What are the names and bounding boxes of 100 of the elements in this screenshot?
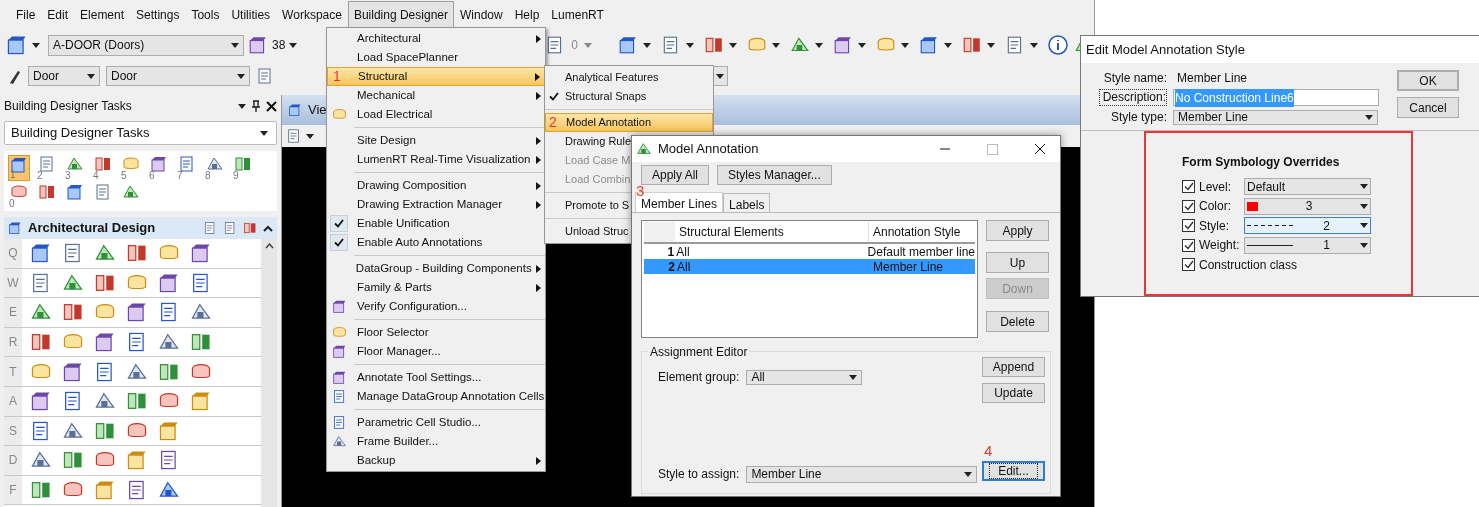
override-combo[interactable]: 2 <box>1244 217 1371 235</box>
table-row[interactable]: 1 All Default member line <box>644 244 975 259</box>
tool-button[interactable]: 4 <box>92 155 114 181</box>
tool-icon[interactable] <box>158 419 180 442</box>
checkbox[interactable] <box>1182 219 1195 233</box>
dialog-button[interactable]: Styles Manager... <box>717 165 832 185</box>
info-icon[interactable] <box>1048 35 1068 55</box>
menu-entry[interactable]: Frame Builder... <box>327 432 545 451</box>
view-options-icon[interactable] <box>286 128 302 144</box>
column-header[interactable]: Annotation Style <box>869 222 975 242</box>
checkbox[interactable] <box>1182 180 1195 194</box>
dialog-button[interactable]: Apply All <box>641 165 710 185</box>
menu-item[interactable]: Help <box>508 1 546 29</box>
tool-button[interactable]: 6 <box>148 155 170 181</box>
menu-entry[interactable]: LumenRT Real-Time Visualization <box>327 150 545 169</box>
checkbox[interactable] <box>1182 199 1195 213</box>
menu-entry[interactable]: Enable Auto Annotations <box>327 233 545 252</box>
menu-entry[interactable]: Family & Parts <box>327 278 545 297</box>
tool-button[interactable]: 9 <box>232 155 254 181</box>
tool-icon[interactable] <box>126 449 148 472</box>
table-row[interactable]: 2 All Member Line <box>644 259 975 274</box>
style-type-combo[interactable]: Member Line <box>1173 109 1378 125</box>
menu-entry[interactable]: Load Electrical <box>327 105 545 124</box>
column-header[interactable]: Structural Elements <box>675 222 869 242</box>
menu-entry[interactable]: Architectural <box>327 29 545 48</box>
menu-entry[interactable]: Backup <box>327 451 545 470</box>
tool-button[interactable]: 5 <box>120 155 142 181</box>
tool-button[interactable]: 0 <box>8 183 30 209</box>
scroll-up-icon[interactable] <box>264 243 274 249</box>
toolbar-icon[interactable] <box>704 35 724 55</box>
override-combo[interactable]: Default <box>1244 178 1371 196</box>
tool-icon[interactable] <box>158 271 180 294</box>
tool-icon[interactable] <box>30 242 52 265</box>
menu-entry[interactable]: DataGroup - Building Components <box>327 259 545 278</box>
tool-button[interactable]: 8 <box>204 155 226 181</box>
toolbar-icon[interactable] <box>618 35 638 55</box>
tab[interactable]: Labels <box>723 193 771 212</box>
style-combo[interactable]: Member Line <box>746 465 978 483</box>
tool-icon[interactable] <box>30 390 52 413</box>
collapse-icon[interactable] <box>263 224 273 232</box>
menu-entry[interactable]: Annotate Tool Settings... <box>327 368 545 387</box>
tool-button[interactable]: 3 <box>64 155 86 181</box>
dialog-button[interactable]: Append <box>982 357 1045 377</box>
tool-button[interactable]: 7 <box>176 155 198 181</box>
menu-entry[interactable]: Analytical Features <box>545 68 713 87</box>
override-combo[interactable]: 1 <box>1244 236 1371 254</box>
checkbox[interactable] <box>1182 238 1195 252</box>
menu-entry[interactable]: Structural Snaps <box>545 87 713 106</box>
level-combo[interactable]: A-DOOR (Doors) <box>48 34 244 56</box>
menu-item[interactable]: LumenRT <box>545 1 610 29</box>
menu-entry[interactable]: Floor Manager... <box>327 342 545 361</box>
menu-entry[interactable]: Load SpacePlanner <box>327 48 545 67</box>
part-combo[interactable]: Door <box>106 66 250 86</box>
close-icon[interactable] <box>266 100 277 112</box>
menu-entry[interactable]: Drawing Extraction Manager <box>327 195 545 214</box>
menu-entry[interactable]: Floor Selector <box>327 323 545 342</box>
edit-button[interactable]: Edit... <box>982 461 1045 481</box>
menu-item[interactable]: Window <box>454 1 509 29</box>
dialog-button[interactable]: Cancel <box>1397 97 1459 118</box>
tool-icon[interactable] <box>122 183 140 201</box>
menu-entry[interactable]: Enable Unification <box>327 214 545 233</box>
menu-entry[interactable]: Site Design <box>327 131 545 150</box>
toolbar-icon[interactable] <box>833 35 853 55</box>
task-set-dropdown[interactable]: Building Designer Tasks <box>4 121 277 145</box>
menu-item[interactable]: Utilities <box>225 1 277 29</box>
menu-item[interactable]: Workspace <box>276 1 348 29</box>
section-header[interactable]: Architectural Design <box>4 217 277 239</box>
element-group-combo[interactable]: All <box>746 369 863 385</box>
checkbox[interactable] <box>1182 258 1195 272</box>
menu-entry[interactable]: Verify Configuration... <box>327 297 545 316</box>
menu-entry[interactable]: Manage DataGroup Annotation Cells <box>327 387 545 406</box>
menu-entry[interactable]: Drawing Composition <box>327 176 545 195</box>
menu-item[interactable]: Tools <box>185 1 226 29</box>
tool-icon[interactable] <box>66 183 84 201</box>
pin-icon[interactable] <box>252 100 260 112</box>
toolbar-icon[interactable] <box>962 35 982 55</box>
dialog-button[interactable]: Up <box>986 252 1049 273</box>
menu-item[interactable]: Element <box>74 1 131 29</box>
menu-entry[interactable]: Parametric Cell Studio... <box>327 413 545 432</box>
tool-icon[interactable] <box>94 331 116 354</box>
dialog-button[interactable]: Apply <box>986 220 1049 241</box>
tool-icon[interactable] <box>62 360 84 383</box>
menu-item[interactable]: Settings <box>130 1 186 29</box>
menu-item[interactable]: Building Designer <box>347 1 454 29</box>
close-icon[interactable] <box>1034 143 1046 155</box>
menu-entry[interactable]: Mechanical <box>327 86 545 105</box>
dialog-button[interactable]: Delete <box>986 311 1049 332</box>
menu-item[interactable]: Edit <box>41 1 75 29</box>
tool-icon[interactable] <box>126 301 148 324</box>
dialog-button[interactable]: Update <box>982 383 1045 403</box>
tool-icon[interactable] <box>190 242 212 265</box>
dialog-button[interactable]: OK <box>1397 70 1459 91</box>
tool-icon[interactable] <box>190 390 212 413</box>
toolbar-icon[interactable] <box>919 35 939 55</box>
tool-icon[interactable] <box>94 479 116 502</box>
override-combo[interactable]: 3 <box>1244 197 1371 215</box>
tool-icon[interactable] <box>38 183 56 201</box>
tool-button[interactable]: 2 <box>36 155 58 181</box>
family-combo[interactable]: Door <box>28 66 100 86</box>
menu-item[interactable]: File <box>10 1 42 29</box>
